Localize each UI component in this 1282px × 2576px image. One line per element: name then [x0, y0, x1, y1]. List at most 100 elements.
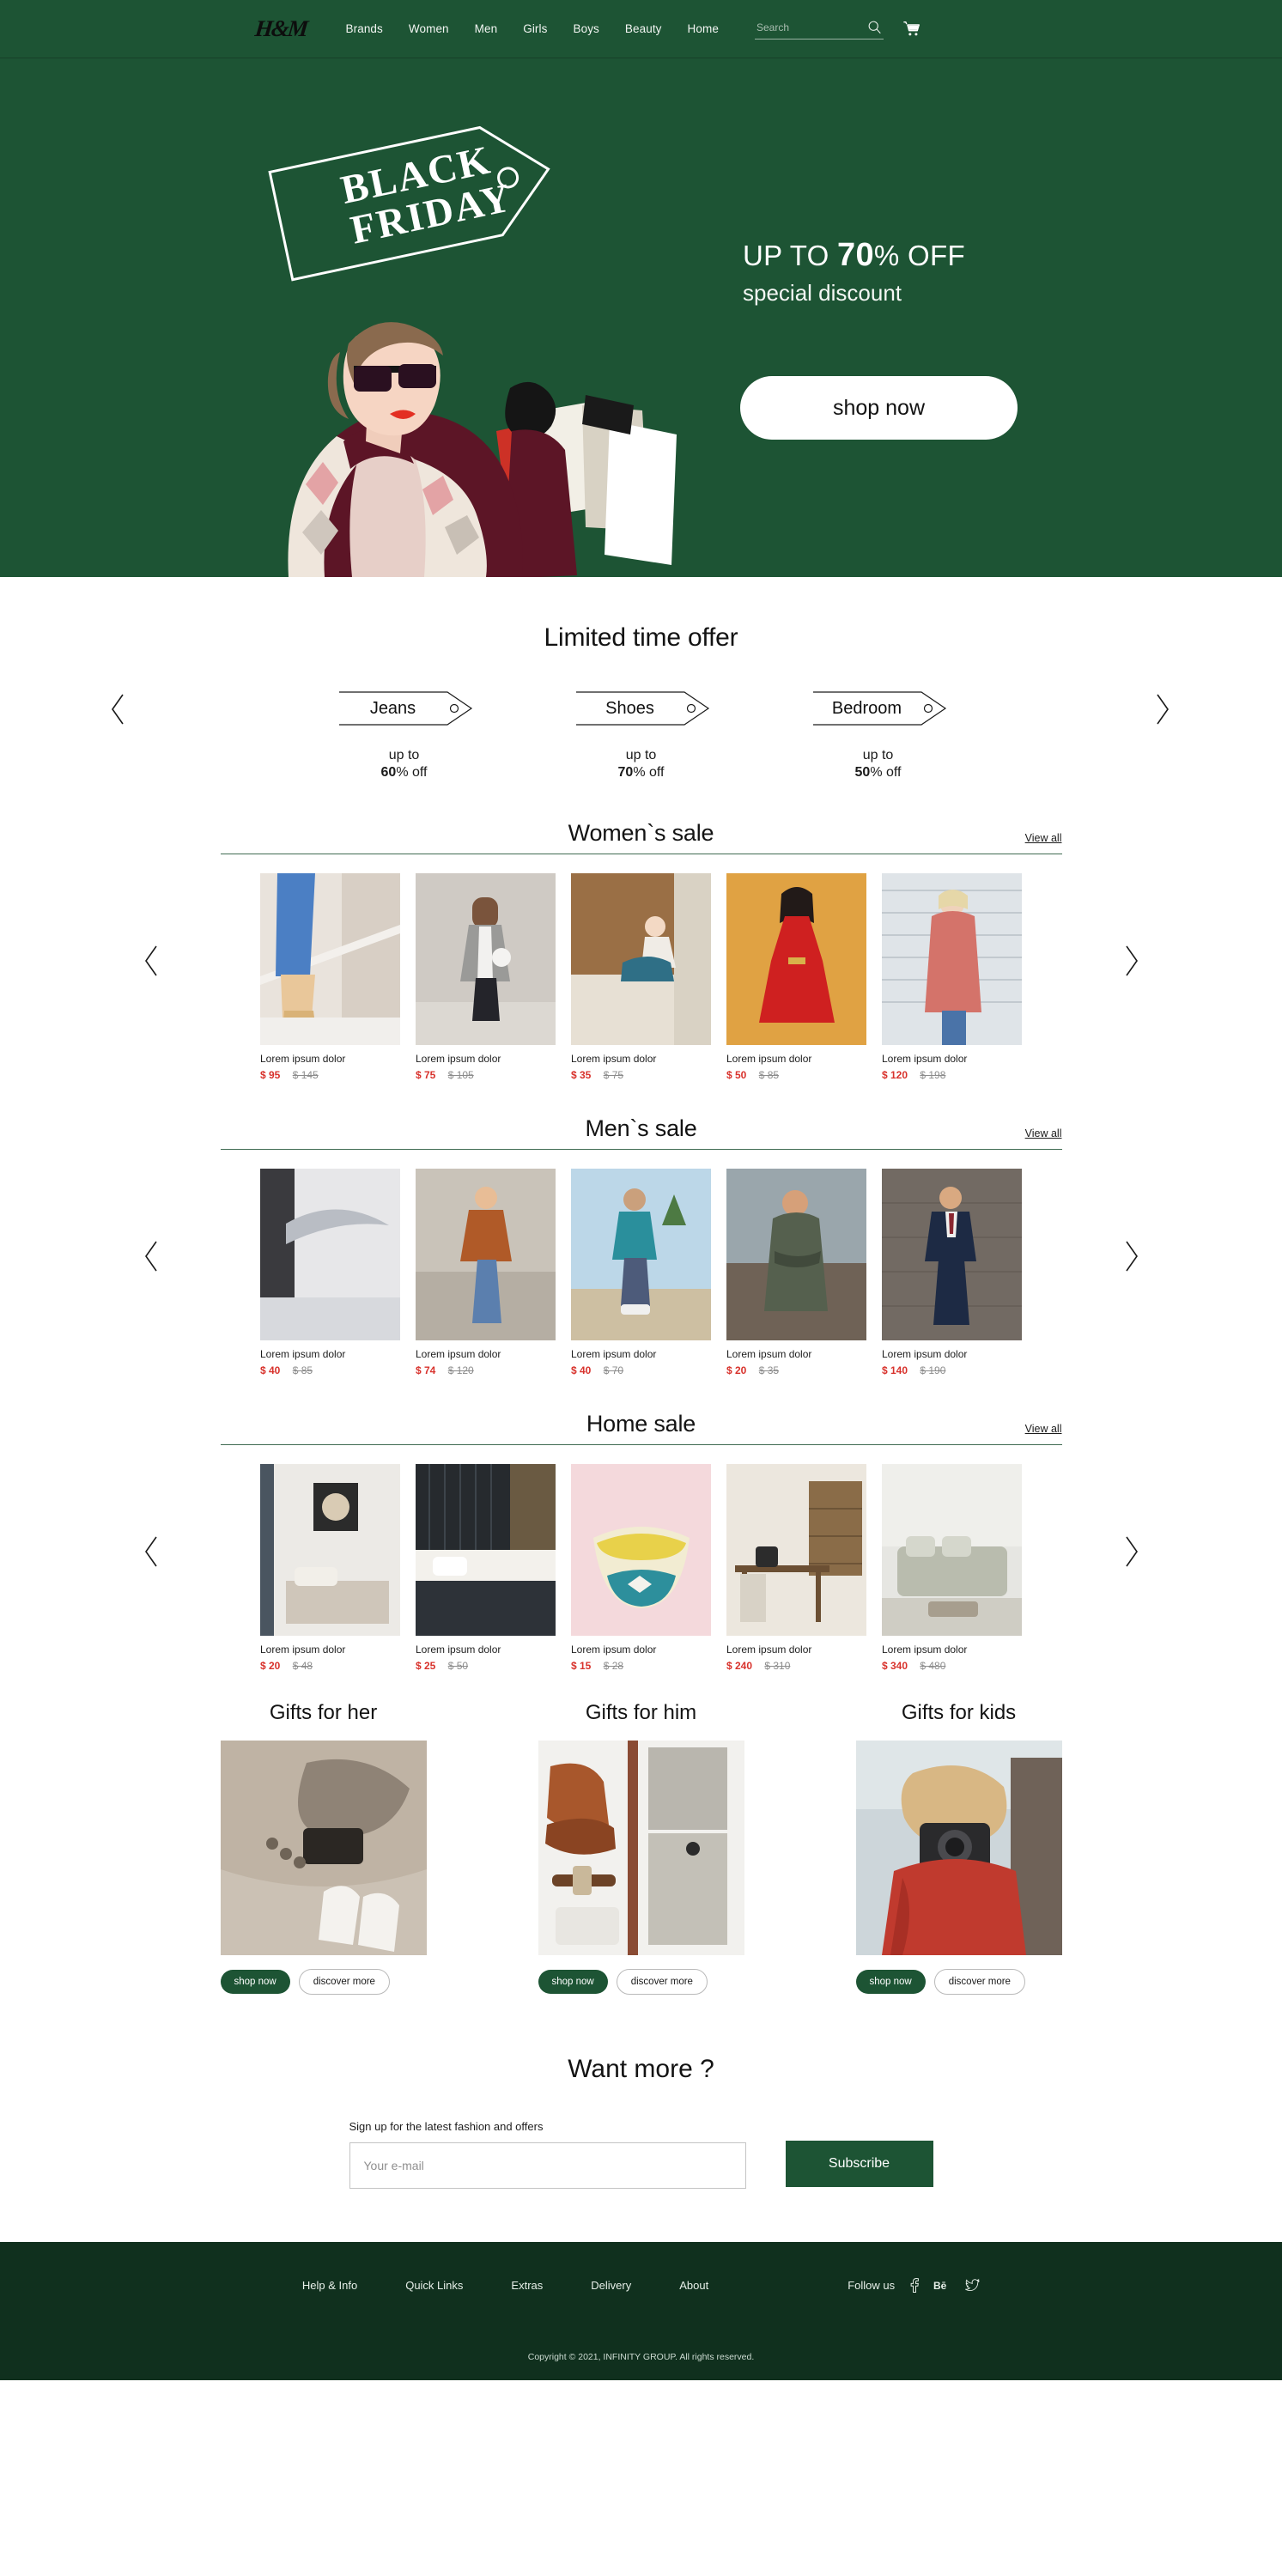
limited-card-upto-jeans: up to — [388, 748, 420, 762]
gift-shop-now-her[interactable]: shop now — [220, 1970, 290, 1995]
nav-item-boys[interactable]: Boys — [573, 22, 598, 35]
product-sale-price: $ 15 — [571, 1660, 592, 1673]
search-box[interactable] — [754, 19, 884, 39]
product-sale-price: $ 75 — [416, 1069, 436, 1082]
product-card[interactable]: Lorem ipsum dolor $ 25 $ 50 — [416, 1464, 556, 1672]
twitter-icon[interactable] — [965, 2278, 980, 2293]
home-next-arrow[interactable] — [1122, 1534, 1139, 1569]
product-card[interactable]: Lorem ipsum dolor $ 15 $ 28 — [571, 1464, 711, 1672]
product-image — [726, 873, 866, 1046]
product-image — [882, 873, 1022, 1046]
product-card[interactable]: Lorem ipsum dolor $ 40 $ 70 — [571, 1169, 711, 1376]
product-card[interactable]: Lorem ipsum dolor $ 20 $ 35 — [726, 1169, 866, 1376]
footer-link-about[interactable]: About — [679, 2279, 708, 2292]
gift-card-kids: Gifts for kids shop now discover more — [855, 1701, 1062, 1996]
product-original-price: $ 70 — [603, 1364, 624, 1377]
hm-logo[interactable]: H&M — [253, 15, 307, 42]
shopping-cart-icon[interactable] — [902, 21, 920, 38]
behance-icon[interactable]: Bē — [933, 2278, 952, 2293]
facebook-icon[interactable] — [908, 2278, 920, 2293]
product-name: Lorem ipsum dolor — [260, 1348, 346, 1361]
product-sale-price: $ 95 — [260, 1069, 281, 1082]
limited-offer-card-shoes[interactable]: Shoes up to 70% off — [564, 687, 719, 781]
product-name: Lorem ipsum dolor — [726, 1348, 812, 1361]
hero-shop-now-button[interactable]: shop now — [740, 376, 1018, 440]
womens-sale-carousel: Lorem ipsum dolor $ 95 $ 145 Lorem ipsum… — [144, 873, 1138, 1081]
product-card[interactable]: Lorem ipsum dolor $ 120 $ 198 — [882, 873, 1022, 1081]
product-image — [260, 1464, 400, 1637]
limited-time-offer-section: Limited time offer Jeans up to 60% off S… — [0, 577, 1282, 781]
nav-item-beauty[interactable]: Beauty — [625, 22, 662, 35]
product-sale-price: $ 74 — [416, 1364, 436, 1377]
nav-item-girls[interactable]: Girls — [523, 22, 547, 35]
product-original-price: $ 198 — [920, 1069, 946, 1082]
product-prices: $ 240 $ 310 — [726, 1660, 866, 1672]
mens-next-arrow[interactable] — [1122, 1239, 1139, 1273]
home-prev-arrow[interactable] — [143, 1534, 161, 1569]
product-prices: $ 15 $ 28 — [571, 1660, 711, 1672]
limited-card-upto-bedroom: up to — [862, 748, 894, 762]
product-original-price: $ 50 — [447, 1660, 469, 1673]
limited-prev-arrow[interactable] — [110, 692, 127, 726]
product-original-price: $ 120 — [447, 1364, 474, 1377]
nav-item-men[interactable]: Men — [475, 22, 498, 35]
product-card[interactable]: Lorem ipsum dolor $ 340 $ 480 — [882, 1464, 1022, 1672]
product-original-price: $ 85 — [292, 1364, 313, 1377]
newsletter-subscribe-button[interactable]: Subscribe — [785, 2141, 933, 2188]
search-icon[interactable] — [867, 20, 882, 39]
home-sale-section: Home sale View all Lorem ipsum dolor $ 2… — [144, 1411, 1138, 1672]
product-original-price: $ 48 — [292, 1660, 313, 1673]
mens-sale-view-all[interactable]: View all — [1025, 1127, 1062, 1139]
newsletter-email-input[interactable] — [349, 2142, 746, 2190]
product-image — [882, 1464, 1022, 1637]
limited-next-arrow[interactable] — [1153, 692, 1170, 726]
product-image — [726, 1464, 866, 1637]
footer-link-delivery[interactable]: Delivery — [591, 2279, 631, 2292]
limited-offer-card-bedroom[interactable]: Bedroom up to 50% off — [801, 687, 956, 781]
womens-next-arrow[interactable] — [1122, 944, 1139, 978]
product-card[interactable]: Lorem ipsum dolor $ 40 $ 85 — [260, 1169, 400, 1376]
womens-sale-view-all[interactable]: View all — [1025, 832, 1062, 844]
limited-offer-carousel: Jeans up to 60% off Shoes up to 70% off — [0, 687, 1282, 781]
footer-link-help-info[interactable]: Help & Info — [302, 2279, 357, 2292]
gift-discover-more-him[interactable]: discover more — [616, 1969, 708, 1996]
gift-discover-more-kids[interactable]: discover more — [933, 1969, 1025, 1996]
product-card[interactable]: Lorem ipsum dolor $ 20 $ 48 — [260, 1464, 400, 1672]
product-sale-price: $ 35 — [571, 1069, 592, 1082]
search-input[interactable] — [754, 21, 858, 36]
mens-prev-arrow[interactable] — [143, 1239, 161, 1273]
product-sale-price: $ 240 — [726, 1660, 753, 1673]
product-image — [416, 873, 556, 1046]
gift-discover-more-her[interactable]: discover more — [298, 1969, 390, 1996]
newsletter-title: Want more ? — [568, 2055, 714, 2084]
site-footer: Help & Info Quick Links Extras Delivery … — [0, 2242, 1282, 2381]
product-name: Lorem ipsum dolor — [260, 1053, 346, 1066]
limited-card-label-shoes: Shoes — [605, 698, 654, 718]
product-original-price: $ 145 — [292, 1069, 319, 1082]
limited-card-percent-shoes: 70% off — [617, 765, 665, 781]
footer-link-extras[interactable]: Extras — [511, 2279, 543, 2292]
product-sale-price: $ 40 — [571, 1364, 592, 1377]
nav-item-home[interactable]: Home — [688, 22, 719, 35]
womens-prev-arrow[interactable] — [143, 944, 161, 978]
product-card[interactable]: Lorem ipsum dolor $ 74 $ 120 — [416, 1169, 556, 1376]
product-card[interactable]: Lorem ipsum dolor $ 35 $ 75 — [571, 873, 711, 1081]
hero-offer-subtitle: special discount — [743, 280, 902, 306]
product-card[interactable]: Lorem ipsum dolor $ 140 $ 190 — [882, 1169, 1022, 1376]
limited-offer-card-jeans[interactable]: Jeans up to 60% off — [327, 687, 482, 781]
product-prices: $ 40 $ 70 — [571, 1364, 711, 1376]
gift-shop-now-him[interactable]: shop now — [538, 1970, 608, 1995]
product-name: Lorem ipsum dolor — [726, 1053, 812, 1066]
product-card[interactable]: Lorem ipsum dolor $ 95 $ 145 — [260, 873, 400, 1081]
product-card[interactable]: Lorem ipsum dolor $ 50 $ 85 — [726, 873, 866, 1081]
nav-item-brands[interactable]: Brands — [346, 22, 383, 35]
footer-link-quick-links[interactable]: Quick Links — [405, 2279, 463, 2292]
limited-card-percent-jeans: 60% off — [380, 765, 428, 781]
product-card[interactable]: Lorem ipsum dolor $ 75 $ 105 — [416, 873, 556, 1081]
gift-shop-now-kids[interactable]: shop now — [855, 1970, 926, 1995]
product-image — [260, 873, 400, 1046]
mens-sale-carousel: Lorem ipsum dolor $ 40 $ 85 Lorem ipsum … — [144, 1169, 1138, 1376]
home-sale-view-all[interactable]: View all — [1025, 1423, 1062, 1435]
product-card[interactable]: Lorem ipsum dolor $ 240 $ 310 — [726, 1464, 866, 1672]
nav-item-women[interactable]: Women — [409, 22, 449, 35]
